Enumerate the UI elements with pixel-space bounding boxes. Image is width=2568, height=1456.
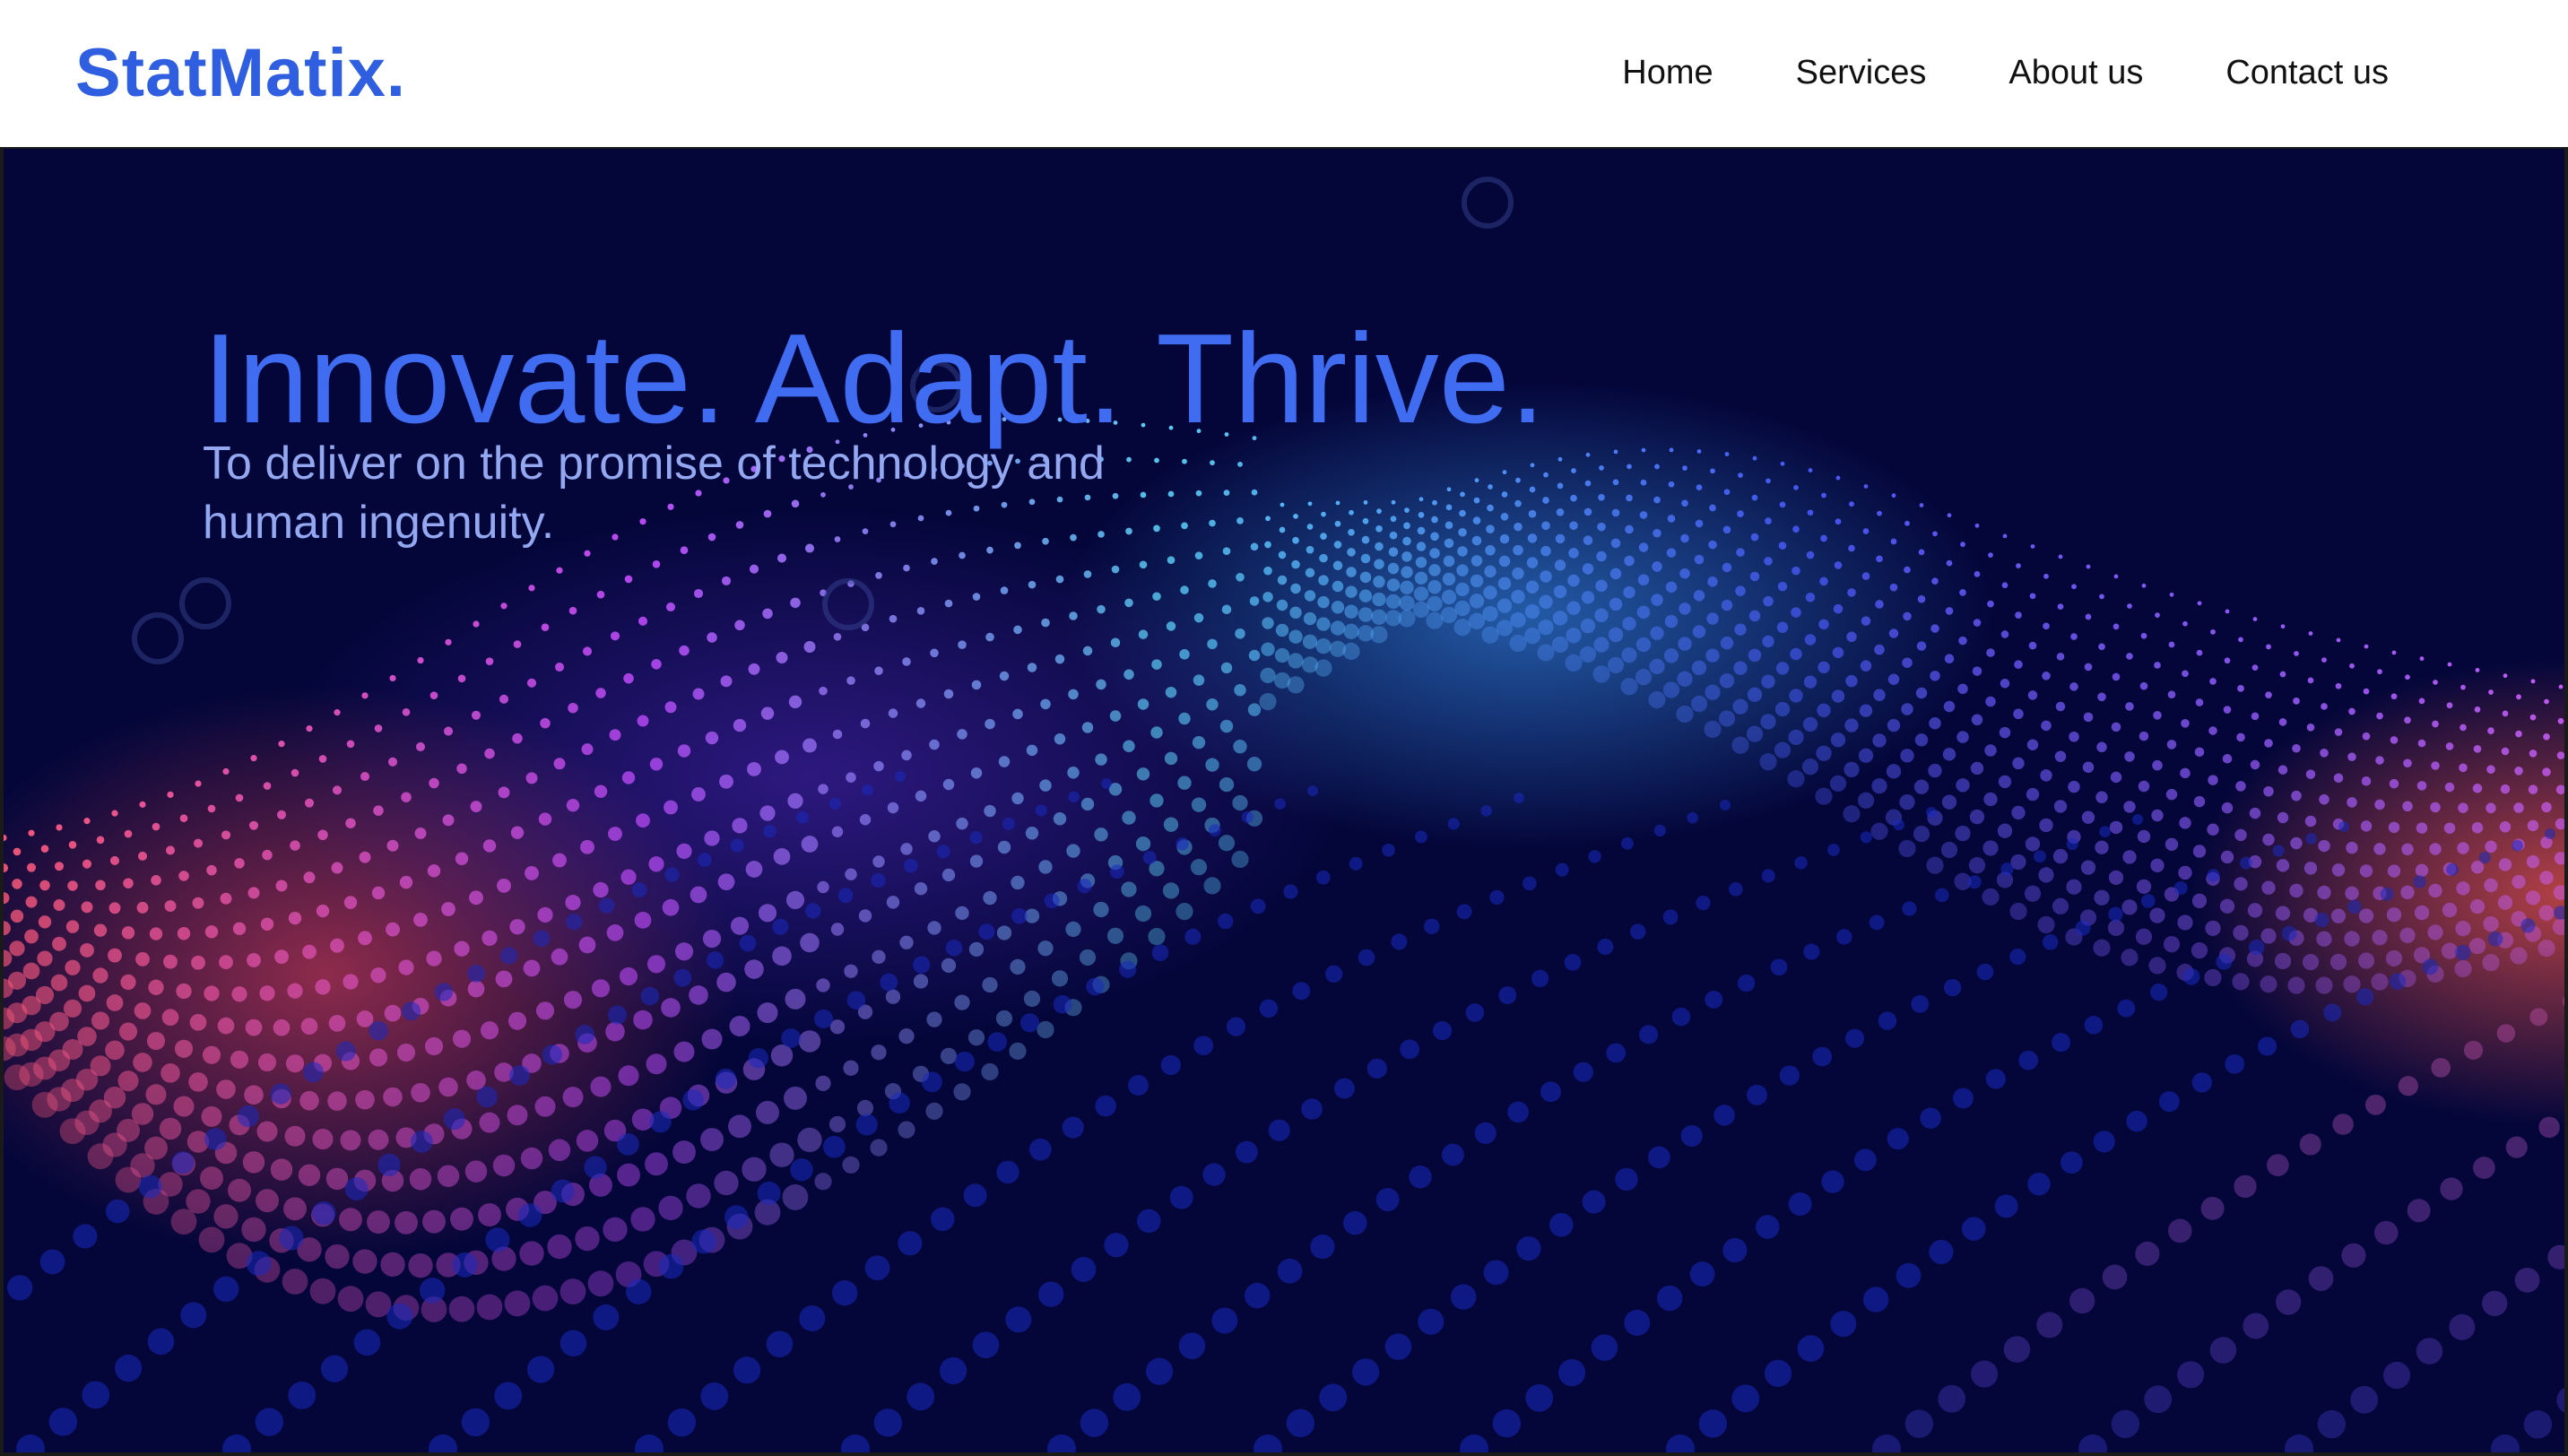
nav-item-services: Services [1796,50,1927,95]
hero-subheadline: To deliver on the promise of technology … [203,438,1105,549]
nav-link-contact-us[interactable]: Contact us [2225,54,2389,91]
hero-section: Innovate. Adapt. Thrive. To deliver on t… [0,149,2568,1456]
nav-links: Home Services About us Contact us [1622,50,2389,95]
nav-item-about: About us [2008,50,2143,95]
nav-item-home: Home [1622,50,1713,95]
nav-link-home[interactable]: Home [1622,54,1713,91]
nav-link-about-us[interactable]: About us [2008,54,2143,91]
hero-headline: Innovate. Adapt. Thrive. [203,308,1546,450]
top-navbar: StatMatix. Home Services About us Contac… [0,0,2568,149]
brand-logo[interactable]: StatMatix. [75,29,406,118]
nav-link-services[interactable]: Services [1796,54,1927,91]
nav-item-contact: Contact us [2225,50,2389,95]
